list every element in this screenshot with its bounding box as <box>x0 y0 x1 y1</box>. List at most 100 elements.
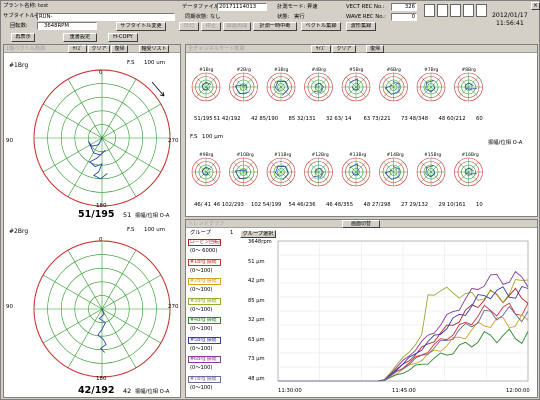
polar2-reading: 42/192 <box>78 385 115 396</box>
sync-label: 同期状態: <box>185 14 208 20</box>
small-polar-name: #12Brg <box>312 152 329 158</box>
small-polar-name: #10Brg <box>237 152 254 158</box>
polar1-spoke <box>101 103 162 139</box>
exit-icon[interactable] <box>476 4 487 17</box>
trend-x-tick: 12:00:00 <box>506 388 530 394</box>
small-polar-name: #1Brg <box>199 67 213 73</box>
multi-restore-button[interactable]: 復帰 <box>366 45 384 53</box>
left-vector-panel: 1軸ベクトル軌跡 ｻｲｽﾞ クリア 復帰 軸受リスト #1Brg F.S 100… <box>3 44 181 398</box>
pause-button[interactable]: 計測一時中断 <box>253 22 297 31</box>
multi-panel-title: 全チャンネルモード軌跡 <box>188 46 245 52</box>
printer-icon[interactable] <box>437 4 448 17</box>
group-select-button[interactable]: グループ選択 <box>240 230 276 238</box>
legend-name: #4Brg 振幅 <box>188 317 221 324</box>
hcopy-button[interactable]: H-COPY <box>108 33 138 42</box>
legend-row[interactable]: #1Brg 振幅 51 μm (0〜100) <box>188 258 276 274</box>
legend-value: 32 μm <box>248 317 265 323</box>
polar1-amp: 51 <box>123 211 131 219</box>
subtitle-change-button[interactable]: サブタイトル変更 <box>116 22 166 31</box>
wave-label: WAVE REC No.: <box>346 14 386 20</box>
legend-row[interactable]: #6Brg 振幅 73 μm (0〜100) <box>188 356 276 371</box>
legend-range: (0〜 6000) <box>190 248 218 254</box>
polar1-spoke <box>67 78 103 139</box>
date-text: 2012/01/17 <box>492 12 528 19</box>
legend-row[interactable]: #4Brg 振幅 32 μm (0〜100) <box>188 317 276 332</box>
left-clear-button[interactable]: クリア <box>88 45 110 53</box>
small-polar-name: #3Brg <box>274 67 288 73</box>
legend-value: 73 μm <box>248 356 265 362</box>
resume-button[interactable]: 録画再開 <box>223 22 251 31</box>
multi-unit: 振幅/位相 O-A <box>488 138 523 146</box>
legend-range: (0〜100) <box>190 384 213 391</box>
legend-name: #5Brg 振幅 <box>188 336 221 344</box>
polar2-name: #2Brg <box>9 228 28 235</box>
state-value: 実行 <box>294 14 305 20</box>
trend-panel-title: トレンドグラフ <box>188 221 225 227</box>
legend-row[interactable]: #2Brg 振幅 42 μm (0〜100) <box>188 278 276 293</box>
legend-range: (0〜100) <box>190 287 213 293</box>
left-size-button[interactable]: ｻｲｽﾞ <box>68 45 87 53</box>
date-button[interactable]: 日付 <box>179 22 199 31</box>
reset-button[interactable]: 重書設定 <box>63 33 97 42</box>
row2-label-7: 29 10/161 <box>439 202 466 208</box>
polar1-unit: 振幅/位相 O-A <box>135 211 170 219</box>
legend-name: #2Brg 振幅 <box>188 278 221 285</box>
redisplay-button[interactable]: 再表示 <box>11 33 35 42</box>
chart-icon[interactable] <box>450 4 461 17</box>
legend-row[interactable]: ローピン回転計 3648rpm (0〜 6000) <box>188 239 276 254</box>
multi-polar-grid: F.S 100 μm 振幅/位相 O-A #1Brg 51/195 #2Brg 51 … <box>190 67 523 208</box>
multi-clear-button[interactable]: クリア <box>332 45 356 53</box>
legend-name: #1Brg 振幅 <box>188 258 221 266</box>
vect-field: 326 <box>391 3 417 11</box>
main-window: × プラント名称: test データファイル名: 20171114013 計測モ… <box>0 0 540 400</box>
row2-label-8: 10 <box>476 202 483 208</box>
row2-label-5: 48 27/298 <box>364 202 392 208</box>
trend-legend: ローピン回転計 3648rpm (0〜 6000) #1Brg 振幅 51 μm (0〜1… <box>188 239 276 397</box>
legend-value: 85 μm <box>248 297 265 304</box>
legend-row[interactable]: #3Brg 振幅 85 μm (0〜100) <box>188 297 276 313</box>
small-polar-r2-3: #12Brg <box>304 152 333 187</box>
small-polar-r1-6: #7Brg <box>416 67 446 102</box>
monitor-icon[interactable] <box>424 4 435 17</box>
polar2-spoke <box>67 249 103 310</box>
multi-size-button[interactable]: ｻｲｽﾞ <box>311 45 331 53</box>
row1-label-8: 60 <box>476 116 483 122</box>
polar2-angle-270: 270 <box>168 304 179 310</box>
stop-button[interactable]: 停止 <box>201 22 221 31</box>
small-polar-name: #5Brg <box>349 67 363 73</box>
legend-row[interactable]: #5Brg 振幅 63 μm (0〜100) <box>188 336 276 352</box>
polar2-spoke <box>101 308 162 344</box>
polar2-spoke <box>67 308 103 369</box>
sync-value: なし <box>210 14 221 20</box>
legend-name: #6Brg 振幅 <box>188 356 221 363</box>
small-polar-r2-6: #15Brg <box>416 152 446 187</box>
row2-label-1: 46 102/293 <box>214 202 244 208</box>
small-polar-name: #14Brg <box>387 152 404 158</box>
legend-value: 42 μm <box>248 278 265 284</box>
legend-range: (0〜100) <box>190 345 213 352</box>
polar1-spoke <box>42 137 103 173</box>
left-restore-button[interactable]: 復帰 <box>111 45 128 53</box>
multi-panel-titlebar: 全チャンネルモード軌跡 ｻｲｽﾞ クリア 復帰 <box>186 45 537 53</box>
left-panel-titlebar: 1軸ベクトル軌跡 ｻｲｽﾞ クリア 復帰 軸受リスト <box>4 45 180 53</box>
left-list-button[interactable]: 軸受リスト <box>139 45 169 53</box>
legend-value: 48 μm <box>248 375 265 382</box>
small-polar-r1-2: #3Brg <box>266 67 296 102</box>
mode-value: 昇速 <box>307 4 318 10</box>
subtitle-field: RUN- <box>37 13 175 21</box>
legend-row[interactable]: #7Brg 振幅 48 μm (0〜100) <box>188 375 276 391</box>
legend-name: #7Brg 振幅 <box>188 375 221 383</box>
polar2-spoke <box>101 308 137 369</box>
small-polar-r2-0: #9Brg <box>191 152 221 187</box>
polar2-spoke <box>42 274 103 310</box>
close-button[interactable]: × <box>531 2 540 10</box>
switch-screen-button[interactable]: 画面切替 <box>342 220 380 228</box>
tool-icon[interactable] <box>463 4 474 17</box>
legend-value: 3648rpm <box>248 239 272 245</box>
vector-record-button[interactable]: ベクトル集録 <box>301 22 341 31</box>
state-label: 状態: <box>277 14 290 20</box>
small-polar-r2-1: #10Brg <box>229 152 258 187</box>
wave-record-button[interactable]: 波形集録 <box>346 22 376 31</box>
small-polar-name: #15Brg <box>424 152 441 158</box>
polar2-angle-90: 90 <box>6 304 13 310</box>
